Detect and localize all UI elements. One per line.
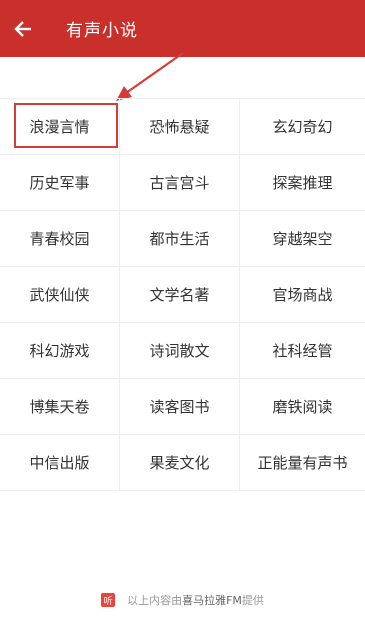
category-item-guomai[interactable]: 果麦文化: [120, 435, 240, 491]
provider-footer: 听 以上内容由 喜马拉雅FM 提供: [0, 588, 365, 612]
category-item-bojitianjuan[interactable]: 博集天卷: [0, 379, 120, 435]
category-item-horror[interactable]: 恐怖悬疑: [120, 99, 240, 155]
category-label: 恐怖悬疑: [149, 118, 210, 136]
category-label: 博集天卷: [29, 398, 90, 416]
category-label: 都市生活: [149, 230, 210, 248]
category-label: 社科经管: [272, 342, 333, 360]
category-item-wuxia[interactable]: 武侠仙侠: [0, 267, 120, 323]
category-item-romance[interactable]: 浪漫言情: [0, 99, 120, 155]
category-label: 玄幻奇幻: [272, 118, 333, 136]
category-label: 文学名著: [149, 286, 210, 304]
category-label: 古言宫斗: [149, 174, 210, 192]
category-item-officialdom[interactable]: 官场商战: [240, 267, 365, 323]
category-label: 正能量有声书: [257, 454, 348, 472]
category-item-social-science[interactable]: 社科经管: [240, 323, 365, 379]
category-label: 读客图书: [149, 398, 210, 416]
category-item-duke-books[interactable]: 读客图书: [120, 379, 240, 435]
category-label: 官场商战: [272, 286, 333, 304]
category-item-fantasy[interactable]: 玄幻奇幻: [240, 99, 365, 155]
category-label: 穿越架空: [272, 230, 333, 248]
category-label: 科幻游戏: [29, 342, 90, 360]
category-item-scifi-game[interactable]: 科幻游戏: [0, 323, 120, 379]
category-item-time-travel[interactable]: 穿越架空: [240, 211, 365, 267]
category-label: 磨铁阅读: [272, 398, 333, 416]
category-item-campus[interactable]: 青春校园: [0, 211, 120, 267]
page: 有声小说 浪漫言情 恐怖悬疑 玄幻奇幻 历史军事 古言宫斗 探案推理 青春校园 …: [0, 0, 365, 626]
category-item-positive-energy[interactable]: 正能量有声书: [240, 435, 365, 491]
footer-brand: 喜马拉雅FM: [182, 594, 242, 607]
category-label: 青春校园: [29, 230, 90, 248]
arrow-left-icon: [14, 20, 31, 37]
category-item-poetry[interactable]: 诗词散文: [120, 323, 240, 379]
category-label: 武侠仙侠: [29, 286, 90, 304]
category-label: 中信出版: [29, 454, 90, 472]
footer-prefix: 以上内容由: [127, 594, 183, 607]
category-label: 果麦文化: [149, 454, 210, 472]
top-bar: 有声小说: [0, 0, 365, 57]
back-button[interactable]: [0, 0, 46, 57]
footer-suffix: 提供: [241, 594, 264, 607]
category-item-urban[interactable]: 都市生活: [120, 211, 240, 267]
category-item-citic[interactable]: 中信出版: [0, 435, 120, 491]
category-item-detective[interactable]: 探案推理: [240, 155, 365, 211]
category-grid: 浪漫言情 恐怖悬疑 玄幻奇幻 历史军事 古言宫斗 探案推理 青春校园 都市生活 …: [0, 98, 365, 491]
category-item-history-military[interactable]: 历史军事: [0, 155, 120, 211]
page-title: 有声小说: [66, 21, 138, 41]
category-label: 探案推理: [272, 174, 333, 192]
category-item-classics[interactable]: 文学名著: [120, 267, 240, 323]
category-item-palace[interactable]: 古言宫斗: [120, 155, 240, 211]
category-item-motie[interactable]: 磨铁阅读: [240, 379, 365, 435]
category-label: 历史军事: [29, 174, 90, 192]
ximalaya-logo-icon: 听: [101, 593, 116, 607]
category-label: 诗词散文: [149, 342, 210, 360]
category-label: 浪漫言情: [29, 118, 90, 136]
